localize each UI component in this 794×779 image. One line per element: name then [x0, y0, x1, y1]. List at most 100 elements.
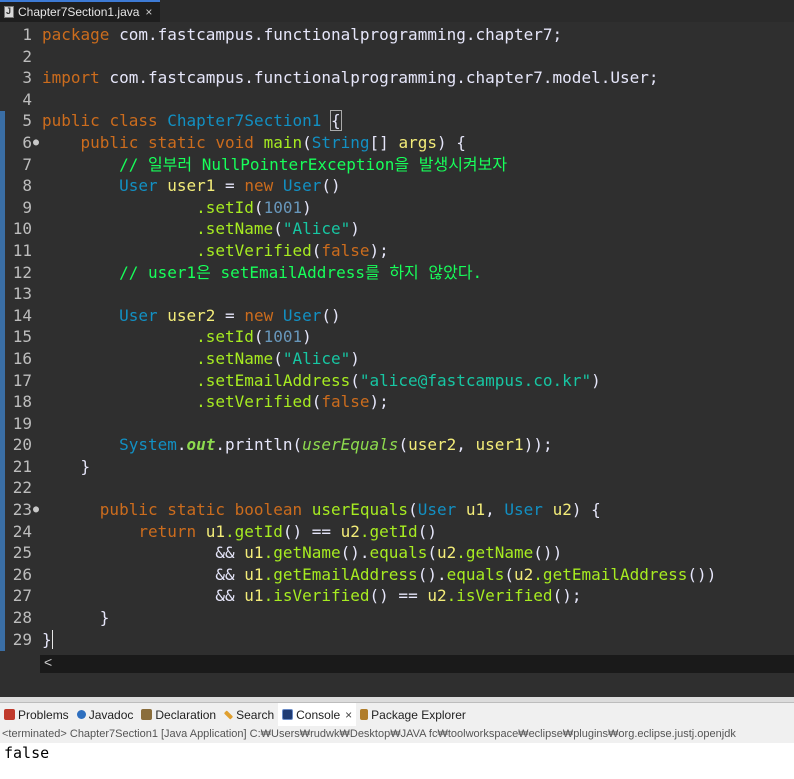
keyword: return [138, 521, 197, 541]
parameter: u1 [244, 586, 264, 606]
tab-declaration[interactable]: Declaration [137, 703, 220, 727]
line-number: 7 [22, 154, 32, 174]
code-line: 28 } [0, 607, 794, 629]
keyword: class [109, 111, 158, 131]
package-name: com.fastcampus.functionalprogramming.cha… [109, 25, 563, 44]
code-line: 4 [0, 89, 794, 111]
parameter: u2 [552, 500, 572, 520]
tab-javadoc[interactable]: Javadoc [73, 703, 138, 727]
close-icon[interactable]: × [145, 5, 152, 19]
punctuation: ( [398, 435, 409, 455]
punctuation: )); [523, 435, 553, 455]
code-editor[interactable]: 1 package com.fastcampus.functionalprogra… [0, 22, 794, 651]
punctuation: (). [340, 543, 370, 563]
punctuation: = [215, 305, 245, 325]
console-output[interactable]: false [0, 743, 794, 779]
punctuation: ); [369, 392, 389, 412]
punctuation: () [321, 305, 341, 325]
method-name: .setEmailAddress [196, 370, 351, 390]
code-line: 3 import com.fastcampus.functionalprogram… [0, 67, 794, 89]
code-line: 11 .setVerified(false); [0, 240, 794, 262]
tab-label: Search [236, 707, 275, 722]
line-number: 28 [12, 608, 32, 628]
operator: && [215, 564, 245, 584]
class-name: User [504, 500, 543, 520]
method-name: .setId [196, 327, 254, 347]
punctuation: ( [350, 370, 360, 390]
punctuation: [] [369, 132, 399, 152]
fold-marker-icon[interactable]: ● [33, 499, 39, 521]
tab-label: Console [296, 707, 341, 722]
code-line: 26 && u1.getEmailAddress().equals(u2.get… [0, 564, 794, 586]
close-icon[interactable]: × [345, 708, 352, 722]
code-line: 6 ● public static void main(String[] args… [0, 132, 794, 154]
tab-package-explorer[interactable]: Package Explorer [356, 703, 470, 727]
comment: // 일부러 NullPointerException을 발생시켜보자 [119, 154, 508, 174]
method-name: .isVerified [263, 586, 370, 606]
code-line: 2 [0, 46, 794, 68]
horizontal-scrollbar[interactable]: < [40, 654, 794, 673]
scroll-left-icon[interactable]: < [44, 654, 52, 670]
class-name: User [119, 305, 158, 325]
punctuation: () [417, 521, 437, 541]
punctuation: } [99, 608, 110, 628]
code-line: 19 [0, 413, 794, 435]
bottom-view-tabs: Problems Javadoc Declaration Search Cons… [0, 702, 794, 727]
line-number: 16 [12, 348, 32, 368]
matching-brace: { [330, 110, 342, 132]
code-line: 25 && u1.getName().equals(u2.getName()) [0, 542, 794, 564]
punctuation: ( [292, 435, 303, 455]
parameter: u2 [427, 586, 447, 606]
code-line: 12 // user1은 setEmailAddress를 하지 않았다. [0, 262, 794, 284]
punctuation: ( [311, 392, 322, 412]
method-name: .isVerified [446, 586, 553, 606]
punctuation: , [485, 500, 505, 520]
line-number: 2 [22, 46, 32, 66]
parameter: u2 [340, 521, 360, 541]
punctuation: ) [350, 219, 360, 239]
operator: && [215, 586, 245, 606]
editor-tab-chapter7section1[interactable]: Chapter7Section1.java × [0, 0, 160, 22]
method-name: .setName [196, 219, 274, 239]
line-number: 25 [12, 543, 32, 563]
line-number: 22 [12, 478, 32, 498]
method-name: .setVerified [196, 240, 312, 260]
text-cursor-brace: } [42, 629, 53, 649]
tab-label: Package Explorer [371, 707, 466, 722]
line-number: 5 [22, 111, 32, 131]
code-line: 13 [0, 283, 794, 305]
line-number: 9 [22, 197, 32, 217]
tab-problems[interactable]: Problems [0, 703, 73, 727]
parameter: u1 [465, 500, 486, 520]
keyword: public [42, 111, 100, 131]
code-line: 10 .setName("Alice") [0, 218, 794, 240]
parameter: u2 [514, 564, 534, 584]
code-line: 23 ● public static boolean userEquals(Use… [0, 499, 794, 521]
tab-label: Declaration [155, 707, 217, 722]
punctuation: ( [273, 219, 283, 239]
punctuation: ) [350, 348, 360, 368]
punctuation: ) { [571, 500, 601, 520]
punctuation: ) { [436, 132, 466, 152]
java-file-icon [4, 6, 14, 18]
method-name: .setId [196, 197, 254, 217]
punctuation: () [321, 176, 341, 196]
line-number: 26 [12, 564, 32, 584]
fold-marker-icon[interactable]: ● [33, 132, 39, 154]
method-name: main [263, 132, 303, 152]
tab-search[interactable]: Search [220, 703, 278, 727]
javadoc-icon [76, 710, 86, 719]
line-number: 8 [22, 176, 32, 196]
line-number: 4 [22, 89, 32, 109]
variable: user1 [167, 176, 216, 196]
console-status-line: <terminated> Chapter7Section1 [Java Appl… [0, 726, 794, 743]
tab-label: Javadoc [88, 707, 134, 722]
parameter: args [398, 132, 437, 152]
punctuation: ) [302, 197, 312, 217]
tab-console[interactable]: Console × [278, 702, 357, 727]
static-method-call: userEquals [302, 435, 399, 455]
code-line: 22 [0, 477, 794, 499]
package-explorer-icon [360, 709, 369, 720]
line-number: 12 [12, 262, 32, 282]
punctuation: ()) [687, 564, 717, 584]
